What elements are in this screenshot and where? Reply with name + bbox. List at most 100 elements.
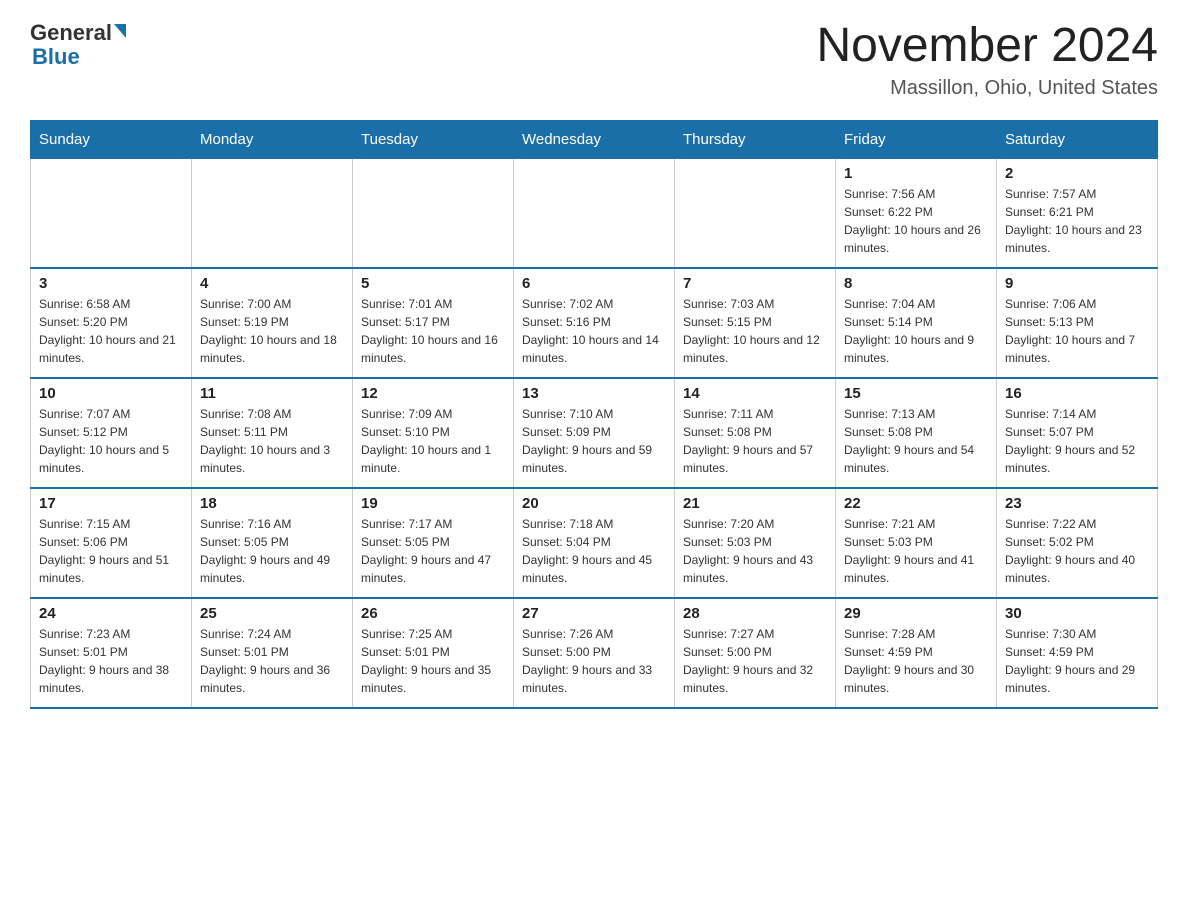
day-info: Sunrise: 7:03 AMSunset: 5:15 PMDaylight:…	[683, 295, 827, 367]
day-number: 8	[844, 275, 988, 292]
calendar-day-cell: 6Sunrise: 7:02 AMSunset: 5:16 PMDaylight…	[514, 268, 675, 378]
calendar-day-cell: 28 Sunrise: 7:27 AMSunset: 5:00 PMDayligh…	[675, 598, 836, 708]
calendar-week-row: 10 Sunrise: 7:07 AMSunset: 5:12 PMDayligh…	[31, 378, 1158, 488]
day-info: Sunrise: 7:20 AMSunset: 5:03 PMDaylight:…	[683, 515, 827, 587]
day-info: Sunrise: 7:17 AMSunset: 5:05 PMDaylight:…	[361, 515, 505, 587]
calendar-day-cell: 26Sunrise: 7:25 AMSunset: 5:01 PMDayligh…	[353, 598, 514, 708]
calendar-day-cell: 1 Sunrise: 7:56 AMSunset: 6:22 PMDaylight…	[836, 158, 997, 268]
calendar-day-cell: 15 Sunrise: 7:13 AMSunset: 5:08 PMDayligh…	[836, 378, 997, 488]
day-number: 6	[522, 275, 666, 292]
day-info: Sunrise: 7:11 AMSunset: 5:08 PMDaylight:…	[683, 405, 827, 477]
day-info: Sunrise: 7:14 AMSunset: 5:07 PMDaylight:…	[1005, 405, 1149, 477]
title-section: November 2024 Massillon, Ohio, United St…	[816, 20, 1158, 100]
day-number: 27	[522, 605, 666, 622]
calendar-day-cell: 19 Sunrise: 7:17 AMSunset: 5:05 PMDayligh…	[353, 488, 514, 598]
calendar-day-cell: 20 Sunrise: 7:18 AMSunset: 5:04 PMDayligh…	[514, 488, 675, 598]
calendar-week-row: 24 Sunrise: 7:23 AMSunset: 5:01 PMDayligh…	[31, 598, 1158, 708]
calendar-header: SundayMondayTuesdayWednesdayThursdayFrid…	[31, 120, 1158, 158]
day-number: 28	[683, 605, 827, 622]
month-title: November 2024	[816, 20, 1158, 73]
calendar-week-row: 1 Sunrise: 7:56 AMSunset: 6:22 PMDaylight…	[31, 158, 1158, 268]
day-number: 9	[1005, 275, 1149, 292]
day-of-week-header: Thursday	[675, 120, 836, 158]
day-number: 30	[1005, 605, 1149, 622]
calendar-day-cell: 8 Sunrise: 7:04 AMSunset: 5:14 PMDaylight…	[836, 268, 997, 378]
calendar-table: SundayMondayTuesdayWednesdayThursdayFrid…	[30, 120, 1158, 710]
calendar-day-cell: 24 Sunrise: 7:23 AMSunset: 5:01 PMDayligh…	[31, 598, 192, 708]
day-info: Sunrise: 7:27 AMSunset: 5:00 PMDaylight:…	[683, 625, 827, 697]
calendar-day-cell	[514, 158, 675, 268]
days-of-week-row: SundayMondayTuesdayWednesdayThursdayFrid…	[31, 120, 1158, 158]
calendar-day-cell: 7 Sunrise: 7:03 AMSunset: 5:15 PMDaylight…	[675, 268, 836, 378]
day-info: Sunrise: 7:10 AMSunset: 5:09 PMDaylight:…	[522, 405, 666, 477]
day-number: 19	[361, 495, 505, 512]
logo-blue-text: Blue	[32, 44, 80, 70]
day-number: 16	[1005, 385, 1149, 402]
day-info: Sunrise: 7:00 AMSunset: 5:19 PMDaylight:…	[200, 295, 344, 367]
day-number: 10	[39, 385, 183, 402]
day-info: Sunrise: 7:57 AMSunset: 6:21 PMDaylight:…	[1005, 185, 1149, 257]
calendar-day-cell: 21 Sunrise: 7:20 AMSunset: 5:03 PMDayligh…	[675, 488, 836, 598]
calendar-day-cell: 22 Sunrise: 7:21 AMSunset: 5:03 PMDayligh…	[836, 488, 997, 598]
day-info: Sunrise: 7:23 AMSunset: 5:01 PMDaylight:…	[39, 625, 183, 697]
day-number: 18	[200, 495, 344, 512]
day-number: 13	[522, 385, 666, 402]
day-number: 14	[683, 385, 827, 402]
calendar-day-cell	[675, 158, 836, 268]
day-number: 20	[522, 495, 666, 512]
calendar-day-cell: 29 Sunrise: 7:28 AMSunset: 4:59 PMDayligh…	[836, 598, 997, 708]
day-number: 3	[39, 275, 183, 292]
day-number: 25	[200, 605, 344, 622]
day-info: Sunrise: 7:07 AMSunset: 5:12 PMDaylight:…	[39, 405, 183, 477]
calendar-week-row: 3 Sunrise: 6:58 AMSunset: 5:20 PMDaylight…	[31, 268, 1158, 378]
day-number: 21	[683, 495, 827, 512]
calendar-day-cell: 27Sunrise: 7:26 AMSunset: 5:00 PMDayligh…	[514, 598, 675, 708]
day-number: 22	[844, 495, 988, 512]
calendar-day-cell: 5Sunrise: 7:01 AMSunset: 5:17 PMDaylight…	[353, 268, 514, 378]
day-number: 11	[200, 385, 344, 402]
calendar-day-cell: 9Sunrise: 7:06 AMSunset: 5:13 PMDaylight…	[997, 268, 1158, 378]
location-text: Massillon, Ohio, United States	[816, 77, 1158, 100]
calendar-day-cell: 25 Sunrise: 7:24 AMSunset: 5:01 PMDayligh…	[192, 598, 353, 708]
day-info: Sunrise: 7:09 AMSunset: 5:10 PMDaylight:…	[361, 405, 505, 477]
day-number: 1	[844, 165, 988, 182]
calendar-day-cell: 17Sunrise: 7:15 AMSunset: 5:06 PMDayligh…	[31, 488, 192, 598]
day-number: 5	[361, 275, 505, 292]
day-info: Sunrise: 7:18 AMSunset: 5:04 PMDaylight:…	[522, 515, 666, 587]
calendar-day-cell	[31, 158, 192, 268]
day-info: Sunrise: 6:58 AMSunset: 5:20 PMDaylight:…	[39, 295, 183, 367]
day-number: 7	[683, 275, 827, 292]
calendar-day-cell: 18 Sunrise: 7:16 AMSunset: 5:05 PMDayligh…	[192, 488, 353, 598]
day-number: 24	[39, 605, 183, 622]
day-info: Sunrise: 7:56 AMSunset: 6:22 PMDaylight:…	[844, 185, 988, 257]
day-info: Sunrise: 7:22 AMSunset: 5:02 PMDaylight:…	[1005, 515, 1149, 587]
calendar-day-cell: 16 Sunrise: 7:14 AMSunset: 5:07 PMDayligh…	[997, 378, 1158, 488]
day-of-week-header: Wednesday	[514, 120, 675, 158]
day-of-week-header: Tuesday	[353, 120, 514, 158]
day-info: Sunrise: 7:25 AMSunset: 5:01 PMDaylight:…	[361, 625, 505, 697]
day-info: Sunrise: 7:28 AMSunset: 4:59 PMDaylight:…	[844, 625, 988, 697]
calendar-body: 1 Sunrise: 7:56 AMSunset: 6:22 PMDaylight…	[31, 158, 1158, 708]
day-info: Sunrise: 7:24 AMSunset: 5:01 PMDaylight:…	[200, 625, 344, 697]
calendar-week-row: 17Sunrise: 7:15 AMSunset: 5:06 PMDayligh…	[31, 488, 1158, 598]
day-of-week-header: Sunday	[31, 120, 192, 158]
day-of-week-header: Friday	[836, 120, 997, 158]
day-info: Sunrise: 7:13 AMSunset: 5:08 PMDaylight:…	[844, 405, 988, 477]
calendar-day-cell: 4 Sunrise: 7:00 AMSunset: 5:19 PMDaylight…	[192, 268, 353, 378]
day-info: Sunrise: 7:16 AMSunset: 5:05 PMDaylight:…	[200, 515, 344, 587]
day-of-week-header: Monday	[192, 120, 353, 158]
calendar-day-cell: 14 Sunrise: 7:11 AMSunset: 5:08 PMDayligh…	[675, 378, 836, 488]
day-info: Sunrise: 7:04 AMSunset: 5:14 PMDaylight:…	[844, 295, 988, 367]
day-number: 29	[844, 605, 988, 622]
day-number: 15	[844, 385, 988, 402]
calendar-day-cell	[353, 158, 514, 268]
logo-general-text: General	[30, 20, 112, 46]
calendar-day-cell: 11Sunrise: 7:08 AMSunset: 5:11 PMDayligh…	[192, 378, 353, 488]
day-info: Sunrise: 7:30 AMSunset: 4:59 PMDaylight:…	[1005, 625, 1149, 697]
logo-arrow-icon	[114, 24, 126, 38]
calendar-day-cell: 12Sunrise: 7:09 AMSunset: 5:10 PMDayligh…	[353, 378, 514, 488]
day-info: Sunrise: 7:21 AMSunset: 5:03 PMDaylight:…	[844, 515, 988, 587]
day-number: 4	[200, 275, 344, 292]
day-of-week-header: Saturday	[997, 120, 1158, 158]
calendar-day-cell: 10 Sunrise: 7:07 AMSunset: 5:12 PMDayligh…	[31, 378, 192, 488]
